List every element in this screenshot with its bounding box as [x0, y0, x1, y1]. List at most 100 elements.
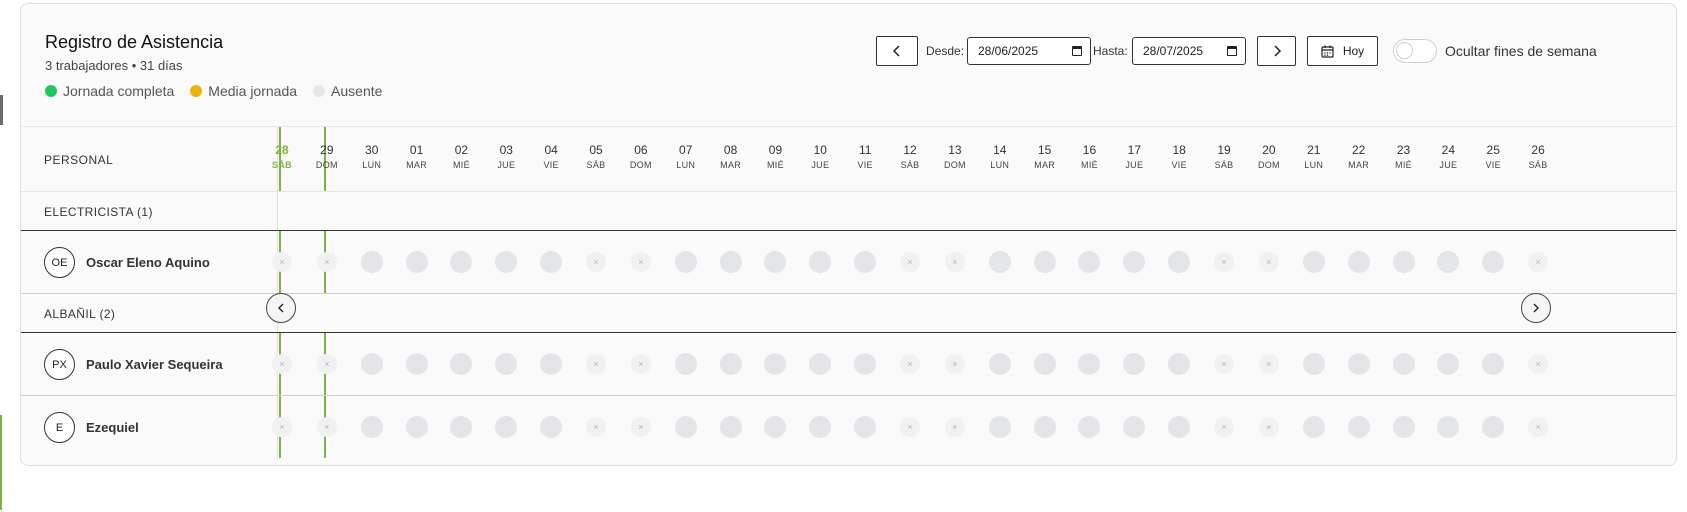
attendance-cell[interactable] — [450, 416, 473, 438]
day-weekday: JUE — [811, 160, 830, 170]
attendance-cell[interactable] — [764, 416, 787, 438]
attendance-cell[interactable] — [854, 251, 877, 273]
attendance-cell[interactable] — [540, 416, 563, 438]
attendance-cell[interactable] — [405, 416, 428, 438]
attendance-cell[interactable] — [1168, 416, 1191, 438]
attendance-cell[interactable] — [1302, 353, 1325, 375]
attendance-cell[interactable] — [1078, 251, 1101, 273]
attendance-cell-weekend[interactable]: × — [900, 354, 921, 374]
attendance-cell[interactable] — [719, 353, 742, 375]
attendance-cell-weekend[interactable]: × — [630, 252, 651, 272]
day-number: 05 — [589, 143, 603, 157]
attendance-cell[interactable] — [360, 353, 383, 375]
attendance-cell-weekend[interactable]: × — [1528, 252, 1549, 272]
attendance-cell[interactable] — [1482, 416, 1505, 438]
attendance-cell[interactable] — [809, 416, 832, 438]
attendance-cell[interactable] — [360, 416, 383, 438]
attendance-cell[interactable] — [360, 251, 383, 273]
attendance-cell[interactable] — [988, 353, 1011, 375]
today-button[interactable]: Hoy — [1307, 36, 1378, 66]
attendance-cell-weekend[interactable]: × — [586, 417, 607, 437]
attendance-cell[interactable] — [674, 416, 697, 438]
attendance-cell[interactable] — [1302, 416, 1325, 438]
prev-range-button[interactable] — [876, 36, 918, 66]
attendance-cell[interactable] — [495, 416, 518, 438]
attendance-cell[interactable] — [1347, 416, 1370, 438]
attendance-cell[interactable] — [1437, 251, 1460, 273]
attendance-cell[interactable] — [854, 353, 877, 375]
attendance-cell[interactable] — [405, 353, 428, 375]
attendance-cell[interactable] — [540, 251, 563, 273]
hasta-date-input[interactable]: 28/07/2025 — [1132, 37, 1246, 65]
next-range-button[interactable] — [1257, 36, 1296, 66]
attendance-cell-weekend[interactable]: × — [586, 354, 607, 374]
attendance-cell[interactable] — [1123, 251, 1146, 273]
attendance-cell[interactable] — [1347, 251, 1370, 273]
scroll-right-button[interactable] — [1521, 293, 1551, 323]
day-number: 24 — [1441, 143, 1456, 157]
attendance-cell-weekend[interactable]: × — [316, 417, 337, 437]
attendance-cell[interactable] — [540, 353, 563, 375]
attendance-cell[interactable] — [854, 416, 877, 438]
attendance-cell-weekend[interactable]: × — [272, 354, 292, 374]
attendance-cell-weekend[interactable]: × — [1214, 252, 1235, 272]
attendance-cell[interactable] — [405, 251, 428, 273]
attendance-cell-weekend[interactable]: × — [1214, 354, 1235, 374]
attendance-cell[interactable] — [1078, 353, 1101, 375]
attendance-cell-weekend[interactable]: × — [944, 417, 965, 437]
attendance-cell-weekend[interactable]: × — [944, 252, 965, 272]
attendance-cell-weekend[interactable]: × — [630, 417, 651, 437]
attendance-cell[interactable] — [1168, 353, 1191, 375]
attendance-cell[interactable] — [1123, 416, 1146, 438]
attendance-cell-weekend[interactable]: × — [586, 252, 607, 272]
attendance-cell-weekend[interactable]: × — [272, 252, 292, 272]
attendance-cell-weekend[interactable]: × — [900, 252, 921, 272]
attendance-cell[interactable] — [1168, 251, 1191, 273]
attendance-cell[interactable] — [1437, 416, 1460, 438]
attendance-cell-weekend[interactable]: × — [1258, 354, 1279, 374]
attendance-cell-weekend[interactable]: × — [316, 354, 337, 374]
attendance-cell[interactable] — [719, 416, 742, 438]
attendance-cell-weekend[interactable]: × — [1214, 417, 1235, 437]
desde-date-input[interactable]: 28/06/2025 — [967, 37, 1091, 65]
attendance-cell[interactable] — [1078, 416, 1101, 438]
attendance-cell[interactable] — [1033, 416, 1056, 438]
desde-date-value: 28/06/2025 — [978, 44, 1039, 58]
attendance-cell[interactable] — [1033, 353, 1056, 375]
scroll-left-button[interactable] — [266, 293, 296, 323]
attendance-cell[interactable] — [674, 353, 697, 375]
attendance-cell[interactable] — [809, 353, 832, 375]
attendance-cell[interactable] — [1482, 353, 1505, 375]
attendance-cell[interactable] — [1482, 251, 1505, 273]
attendance-cell[interactable] — [988, 251, 1011, 273]
attendance-cell-weekend[interactable]: × — [630, 354, 651, 374]
attendance-cell[interactable] — [719, 251, 742, 273]
attendance-cell-weekend[interactable]: × — [900, 417, 921, 437]
attendance-cell-weekend[interactable]: × — [1258, 252, 1279, 272]
attendance-cell[interactable] — [988, 416, 1011, 438]
attendance-cell[interactable] — [764, 353, 787, 375]
attendance-cell[interactable] — [495, 353, 518, 375]
attendance-cell[interactable] — [450, 353, 473, 375]
attendance-cell[interactable] — [1347, 353, 1370, 375]
attendance-cell-weekend[interactable]: × — [272, 417, 292, 437]
attendance-cell[interactable] — [1302, 251, 1325, 273]
attendance-cell[interactable] — [495, 251, 518, 273]
attendance-cell[interactable] — [764, 251, 787, 273]
attendance-cell-weekend[interactable]: × — [316, 252, 337, 272]
hide-weekends-toggle[interactable] — [1393, 39, 1437, 63]
attendance-cell[interactable] — [674, 251, 697, 273]
attendance-cell-weekend[interactable]: × — [1528, 354, 1549, 374]
attendance-cell[interactable] — [1392, 251, 1415, 273]
attendance-cell[interactable] — [1437, 353, 1460, 375]
attendance-cell[interactable] — [1392, 353, 1415, 375]
attendance-cell[interactable] — [1033, 251, 1056, 273]
attendance-cell-weekend[interactable]: × — [1528, 417, 1549, 437]
attendance-cell[interactable] — [1123, 353, 1146, 375]
attendance-cell[interactable] — [450, 251, 473, 273]
attendance-cell[interactable] — [1392, 416, 1415, 438]
attendance-cell-weekend[interactable]: × — [1258, 417, 1279, 437]
calendar-icon — [1227, 46, 1237, 56]
attendance-cell-weekend[interactable]: × — [944, 354, 965, 374]
attendance-cell[interactable] — [809, 251, 832, 273]
